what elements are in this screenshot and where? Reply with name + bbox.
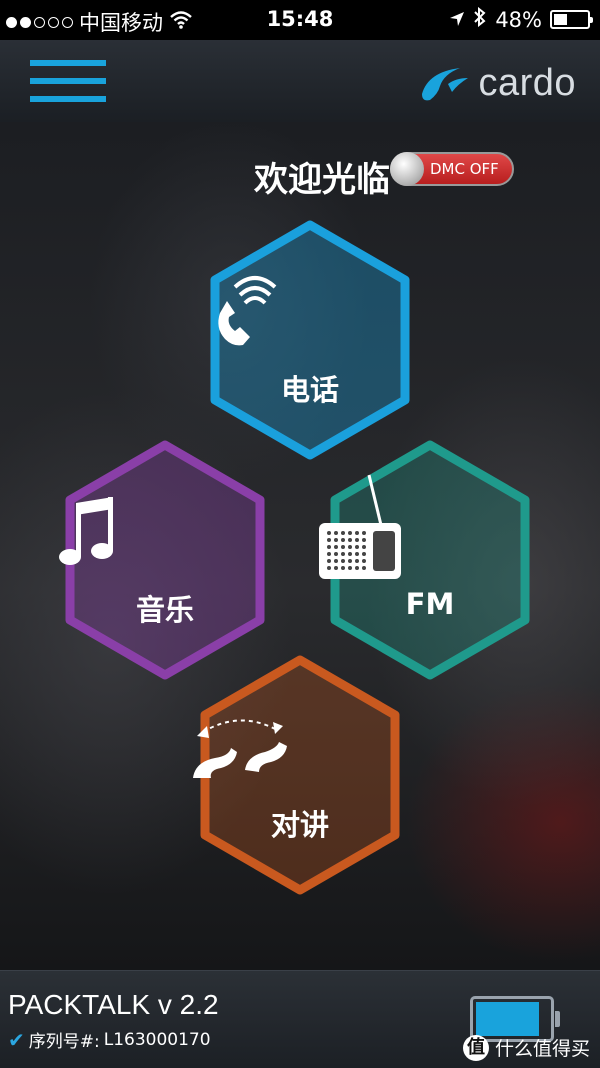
dmc-toggle[interactable]: DMC OFF <box>390 152 514 186</box>
device-model: PACKTALK v 2.2 <box>8 989 219 1020</box>
serial-label: 序列号#: <box>28 1032 100 1052</box>
cardo-logo: cardo <box>418 62 576 105</box>
app-header: cardo <box>0 40 600 123</box>
location-arrow-icon <box>449 8 465 32</box>
serial-value: L163000170 <box>103 1029 211 1050</box>
battery-percent: 48% <box>495 7 542 32</box>
status-bar: 中国移动 15:48 48% <box>0 0 600 40</box>
music-button[interactable]: 音乐 <box>50 435 280 685</box>
status-right: 48% <box>449 6 593 32</box>
music-label: 音乐 <box>135 593 194 627</box>
dmc-toggle-knob[interactable] <box>390 152 424 186</box>
battery-icon <box>550 10 593 29</box>
watermark-text: 什么值得买 <box>494 1038 590 1060</box>
serial-number-row: ✔ 序列号#: L163000170 <box>8 1027 211 1053</box>
intercom-label: 对讲 <box>270 808 329 842</box>
welcome-text: 欢迎光临 <box>254 160 390 200</box>
watermark: 值 什么值得买 <box>462 1034 590 1061</box>
fm-label: FM <box>405 587 455 621</box>
fm-radio-button[interactable]: FM <box>315 435 545 685</box>
hamburger-menu-button[interactable] <box>30 60 106 102</box>
phone-label: 电话 <box>280 373 339 407</box>
dmc-toggle-label: DMC OFF <box>430 160 499 178</box>
phone-button[interactable]: 电话 <box>195 215 425 465</box>
logo-text: cardo <box>478 62 576 104</box>
watermark-logo: 值 <box>462 1034 489 1061</box>
check-icon: ✔ <box>8 1027 25 1052</box>
bluetooth-icon <box>473 6 487 32</box>
cardo-swoosh-icon <box>422 67 469 100</box>
intercom-button[interactable]: 对讲 <box>185 650 415 900</box>
